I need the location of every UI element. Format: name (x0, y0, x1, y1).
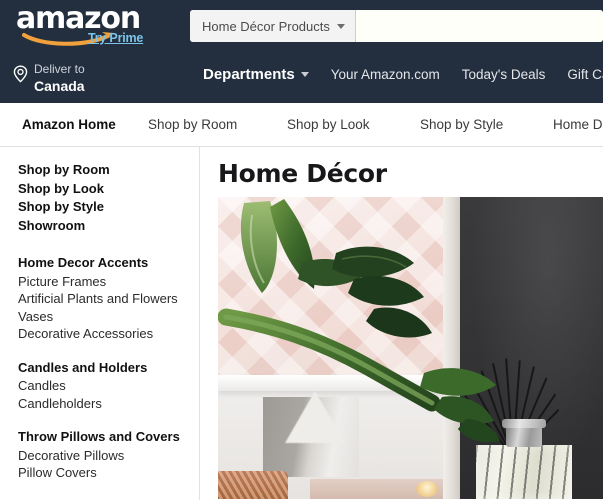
sidebar-item-decorative-pillows[interactable]: Decorative Pillows (18, 447, 199, 465)
sidebar-item-candleholders[interactable]: Candleholders (18, 395, 199, 413)
search-category-dropdown[interactable]: Home Décor Products (190, 10, 356, 42)
sidebar-item-candles[interactable]: Candles (18, 377, 199, 395)
sidebar-heading-candles-and-holders[interactable]: Candles and Holders (18, 359, 199, 377)
hero-diffuser-collar (502, 419, 546, 428)
sidebar-heading-shop-by-style[interactable]: Shop by Style (18, 198, 199, 216)
subnav-item-shop-by-room[interactable]: Shop by Room (148, 117, 237, 132)
try-prime-link[interactable]: Try Prime (88, 31, 143, 45)
page-title: Home Décor (218, 159, 387, 188)
sidebar-item-vases[interactable]: Vases (18, 308, 199, 326)
sidebar-item-pillow-covers[interactable]: Pillow Covers (18, 464, 199, 482)
search-category-label: Home Décor Products (202, 18, 330, 34)
hero-wood-tray (310, 479, 460, 499)
deliver-to-button[interactable]: Deliver to Canada (13, 60, 85, 97)
sidebar-group: Throw Pillows and Covers Decorative Pillo… (18, 428, 199, 482)
sidebar-heading-shop-by-look[interactable]: Shop by Look (18, 180, 199, 198)
sidebar-group: Home Decor Accents Picture Frames Artifici… (18, 254, 199, 343)
primary-nav: Departments Your Amazon.com Today's Deal… (203, 66, 603, 83)
category-sidebar: Shop by Room Shop by Look Shop by Style Sho… (0, 147, 200, 500)
subnav-item-shop-by-look[interactable]: Shop by Look (287, 117, 370, 132)
hero-banner-image[interactable] (218, 197, 603, 499)
chevron-down-icon (336, 23, 345, 29)
page-body: Shop by Room Shop by Look Shop by Style Sho… (0, 147, 603, 500)
subnav-item-home-de[interactable]: Home De (553, 117, 603, 132)
deliver-to-country: Canada (34, 78, 85, 95)
amazon-logo[interactable]: amazon Try Prime (16, 4, 166, 50)
deliver-to-label: Deliver to (34, 62, 85, 76)
nav-link-todays-deals[interactable]: Today's Deals (462, 67, 546, 82)
site-header-top: amazon Try Prime Home Décor Products (0, 0, 603, 54)
subnav-item-amazon-home[interactable]: Amazon Home (22, 117, 116, 132)
sidebar-heading-throw-pillows-and-covers[interactable]: Throw Pillows and Covers (18, 428, 199, 446)
search-bar: Home Décor Products (190, 10, 603, 42)
sidebar-item-picture-frames[interactable]: Picture Frames (18, 273, 199, 291)
sidebar-heading-showroom[interactable]: Showroom (18, 217, 199, 235)
site-header-secondary: Deliver to Canada Departments Your Amazo… (0, 54, 603, 103)
nav-link-your-amazon[interactable]: Your Amazon.com (331, 67, 440, 82)
hero-shelf (218, 375, 456, 391)
hero-wall-seam (443, 197, 460, 499)
nav-link-gift-cards[interactable]: Gift Car (567, 67, 603, 82)
amazon-home-decor-page: amazon Try Prime Home Décor Products Del… (0, 0, 603, 500)
sidebar-heading-home-decor-accents[interactable]: Home Decor Accents (18, 254, 199, 272)
sidebar-group: Candles and Holders Candles Candleholders (18, 359, 199, 413)
subnav-item-shop-by-style[interactable]: Shop by Style (420, 117, 503, 132)
sidebar-heading-shop-by-room[interactable]: Shop by Room (18, 161, 199, 179)
deliver-to-text: Deliver to Canada (34, 60, 85, 97)
hero-diffuser-bottle (476, 445, 572, 499)
sidebar-item-artificial-plants-and-flowers[interactable]: Artificial Plants and Flowers (18, 290, 199, 308)
hero-copper-dish (218, 471, 288, 499)
hero-concrete-vessel (263, 397, 359, 477)
hero-diffuser-neck (506, 425, 542, 447)
location-pin-icon (13, 65, 28, 88)
search-input[interactable] (355, 10, 603, 42)
nav-departments-button[interactable]: Departments (203, 66, 309, 83)
category-subnav: Amazon Home Shop by Room Shop by Look Shop … (0, 103, 603, 147)
nav-departments-label: Departments (203, 66, 295, 83)
sidebar-item-decorative-accessories[interactable]: Decorative Accessories (18, 325, 199, 343)
chevron-down-icon (300, 72, 309, 77)
main-content: Home Décor (200, 147, 603, 500)
sidebar-group: Shop by Room Shop by Look Shop by Style Sho… (18, 161, 199, 234)
